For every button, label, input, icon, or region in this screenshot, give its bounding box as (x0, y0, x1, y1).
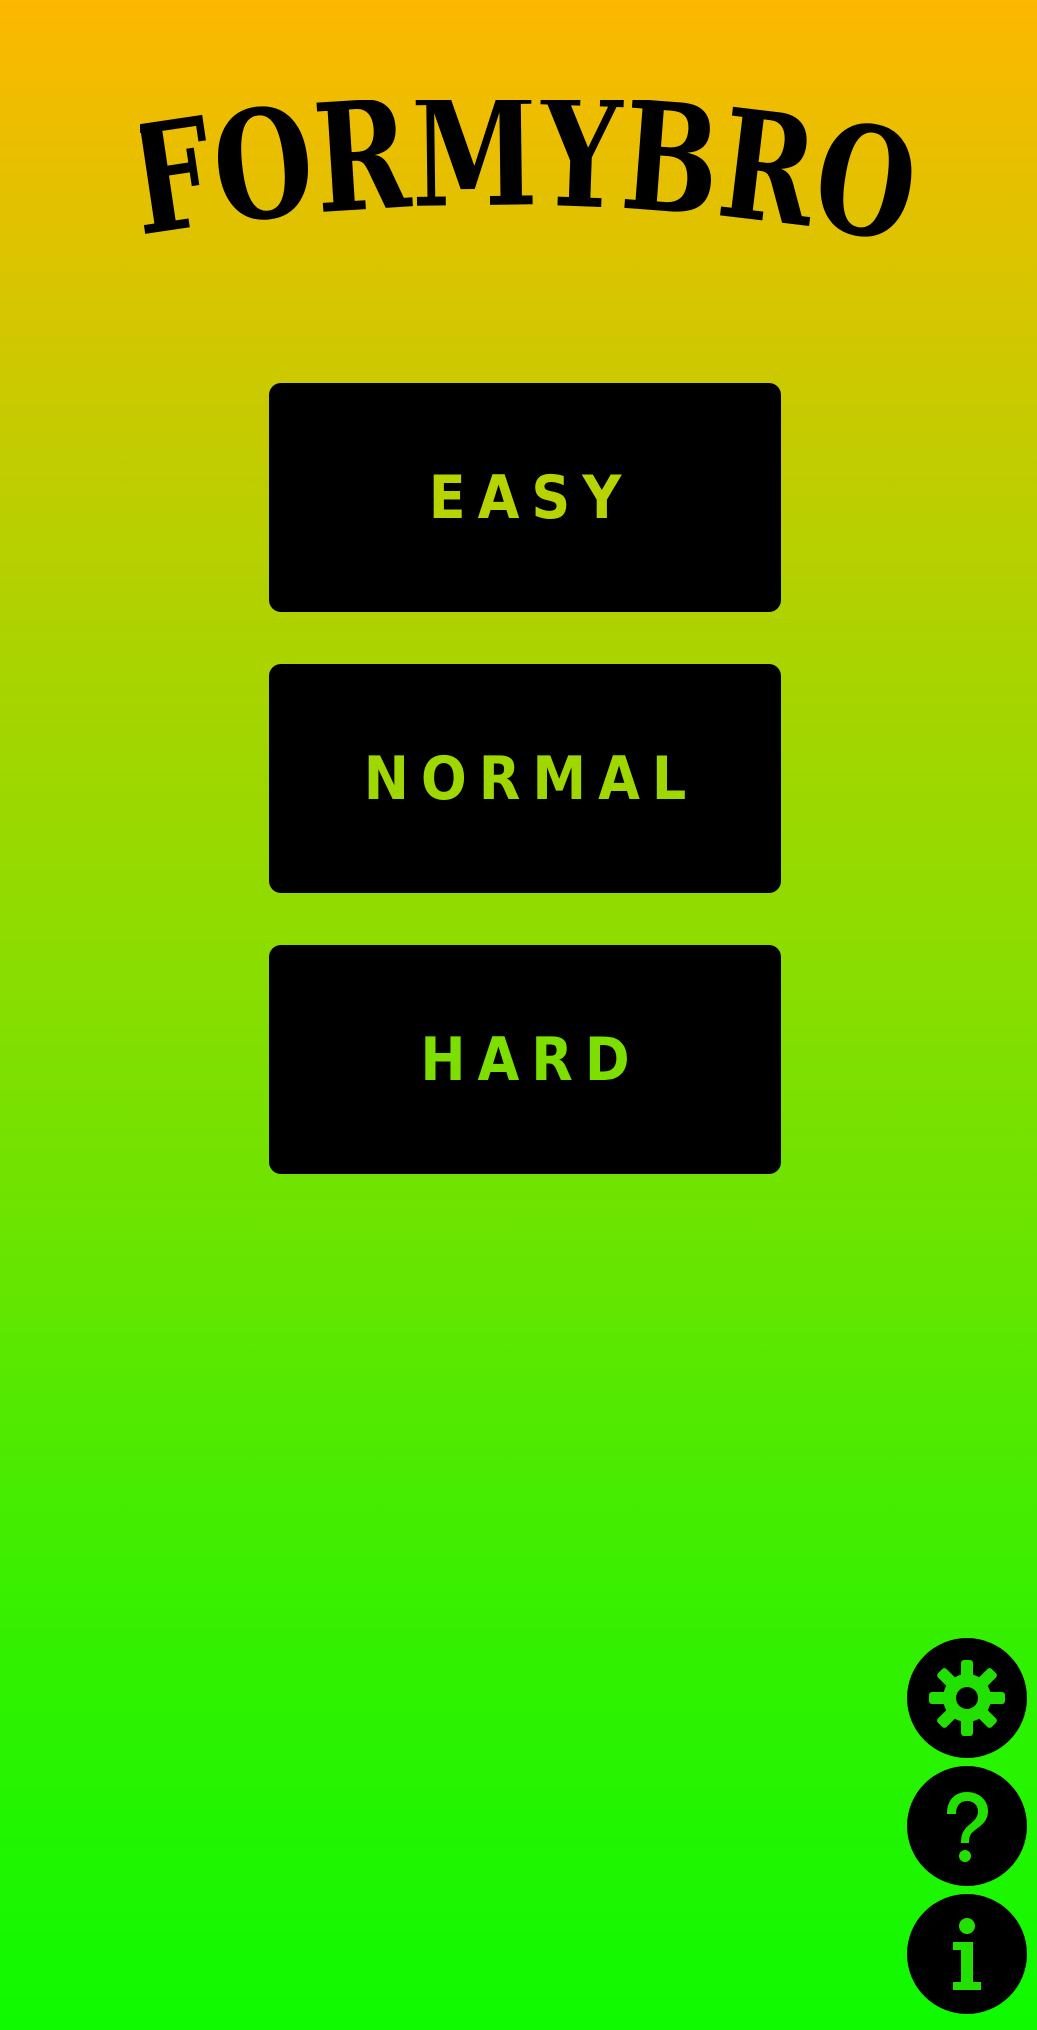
side-icon-bar (907, 1638, 1027, 2022)
difficulty-menu: EASY NORMAL HARD (269, 383, 781, 1226)
hard-button-label: HARD (420, 1024, 642, 1095)
info-icon (953, 1918, 981, 1990)
hard-button[interactable]: HARD (269, 945, 781, 1174)
normal-button[interactable]: NORMAL (269, 664, 781, 893)
question-icon (947, 1792, 988, 1862)
easy-button[interactable]: EASY (269, 383, 781, 612)
game-title-text: FORMYBRO (140, 100, 920, 277)
game-title-logo: FORMYBRO (140, 100, 920, 280)
help-button[interactable] (907, 1766, 1027, 1886)
normal-button-label: NORMAL (363, 743, 699, 814)
gear-icon (929, 1660, 1005, 1736)
settings-button[interactable] (907, 1638, 1027, 1758)
game-title: FORMYBRO (140, 100, 920, 277)
title-svg: FORMYBRO (140, 100, 920, 277)
info-button[interactable] (907, 1894, 1027, 2014)
easy-button-label: EASY (428, 462, 634, 533)
